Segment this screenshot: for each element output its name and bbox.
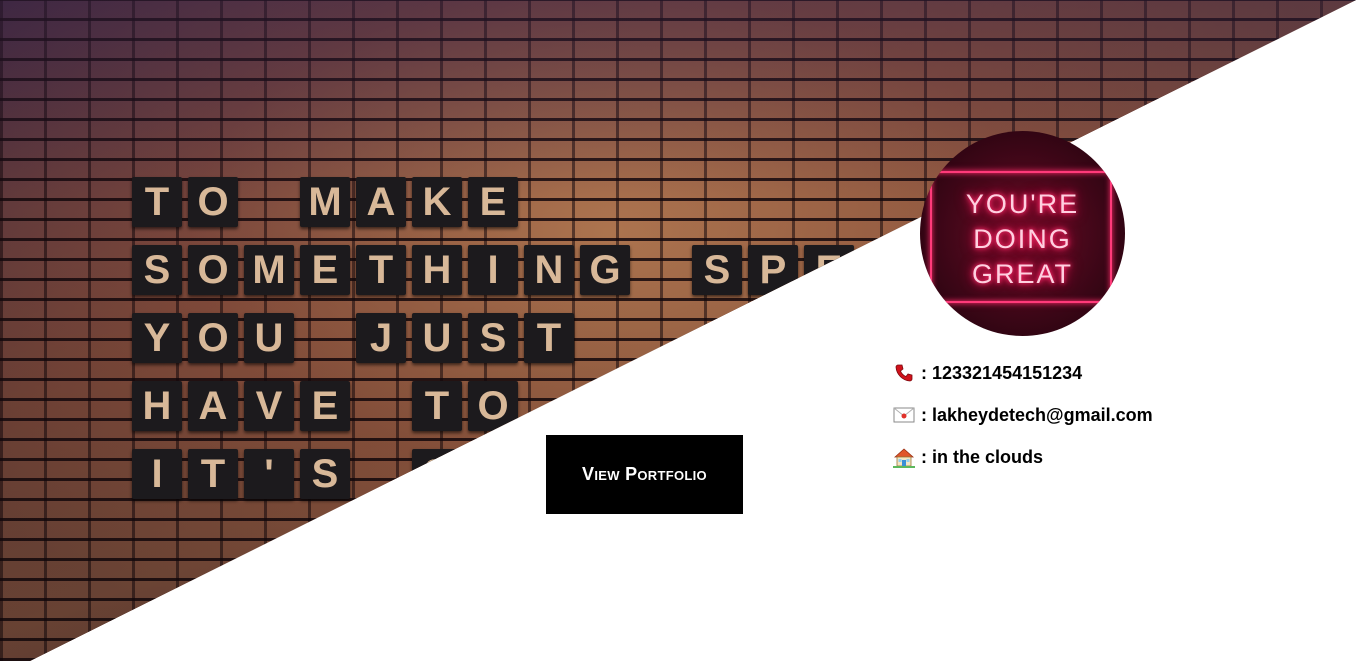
letter-tile: S [300, 449, 350, 499]
letter-tile: U [244, 313, 294, 363]
letter-tile: I [468, 245, 518, 295]
letter-tile: S [132, 245, 182, 295]
letter-tile: E [804, 245, 854, 295]
letter-tile-space [244, 177, 294, 227]
letter-tile-space [300, 313, 350, 363]
phone-text: : 123321454151234 [921, 362, 1083, 383]
letter-tile: Y [132, 313, 182, 363]
letter-tile: S [412, 449, 462, 499]
neon-line-2: DOING [973, 224, 1072, 254]
letter-tile-space [356, 449, 406, 499]
letter-tile: O [188, 245, 238, 295]
letter-tile: E [300, 245, 350, 295]
letter-board-row: TO MAKE [132, 177, 518, 227]
letter-tile: O [188, 177, 238, 227]
letter-tile: V [244, 381, 294, 431]
letter-tile: T [132, 177, 182, 227]
letter-tile: S [692, 245, 742, 295]
letter-board-row: SOMETHINGSPE [132, 245, 854, 295]
letter-tile: H [132, 381, 182, 431]
view-portfolio-button[interactable]: View Portfolio [546, 435, 743, 514]
letter-tile: G [580, 245, 630, 295]
phone-icon [893, 362, 915, 384]
letter-tile: O [188, 313, 238, 363]
mail-icon [893, 404, 915, 426]
letter-tile: T [524, 313, 574, 363]
letter-tile: I [132, 449, 182, 499]
page: T O M A K E S O M E T H I N G S P E Y O U J U S T H A V E T O I T ' S S Vie… [0, 0, 1356, 661]
letter-tile: T [188, 449, 238, 499]
house-icon [893, 446, 915, 468]
avatar: YOU'RE DOING GREAT [920, 131, 1125, 336]
letter-tile: E [468, 177, 518, 227]
letter-tile: O [468, 381, 518, 431]
letter-tile: T [356, 245, 406, 295]
email-text: : lakheydetech@gmail.com [921, 404, 1153, 425]
letter-tile: S [468, 313, 518, 363]
letter-tile: M [300, 177, 350, 227]
letter-tile: E [300, 381, 350, 431]
neon-line-1: YOU'RE [965, 189, 1080, 219]
letter-tile: P [748, 245, 798, 295]
contact-info: : 123321454151234 : lakheydetech@gmail.c… [893, 361, 1153, 487]
contact-phone: : 123321454151234 [893, 361, 1153, 385]
letter-tile: M [244, 245, 294, 295]
letter-tile: N [524, 245, 574, 295]
letter-tile-space [636, 245, 686, 295]
letter-tile: A [188, 381, 238, 431]
letter-tile: U [412, 313, 462, 363]
letter-tile-space [356, 381, 406, 431]
letter-tile: H [412, 245, 462, 295]
letter-tile: J [356, 313, 406, 363]
address-text: : in the clouds [921, 446, 1044, 467]
letter-tile: ' [244, 449, 294, 499]
hero-brick-wall-image: T O M A K E S O M E T H I N G S P E Y O U J U S T H A V E T O I T ' S S [0, 0, 1356, 661]
contact-address: : in the clouds [893, 445, 1153, 469]
letter-tile: K [412, 177, 462, 227]
neon-line-3: GREAT [971, 259, 1073, 289]
letter-board-row: YOUJUST [132, 313, 574, 363]
letter-tile: T [412, 381, 462, 431]
letter-board-row: I T ' S S [132, 449, 462, 499]
contact-email: : lakheydetech@gmail.com [893, 403, 1153, 427]
letter-tile: A [356, 177, 406, 227]
letter-board-row: HAVE TO [132, 381, 518, 431]
